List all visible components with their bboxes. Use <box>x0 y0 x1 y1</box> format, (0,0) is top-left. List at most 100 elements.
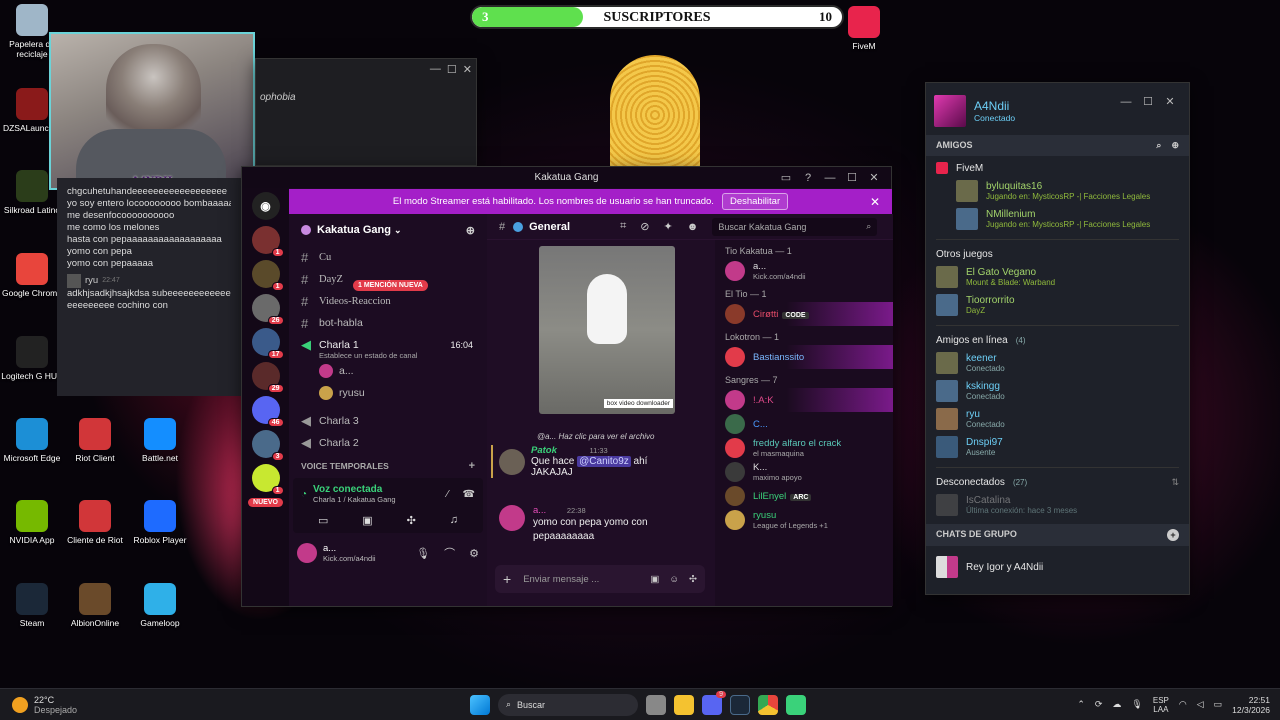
maximize-icon[interactable]: ☐ <box>1137 95 1159 108</box>
desktop-icon-gameloop[interactable]: Gameloop <box>128 583 192 628</box>
discord-taskbar-icon[interactable]: 9 <box>702 690 726 715</box>
soundboard-icon[interactable]: ♫ <box>450 514 458 527</box>
group-chat-item[interactable]: Rey Igor y A4Ndii <box>926 553 1189 581</box>
maximize-icon[interactable]: ☐ <box>841 171 863 184</box>
steam-avatar[interactable] <box>934 95 966 127</box>
maximize-icon[interactable]: ☐ <box>447 63 457 76</box>
voice-user[interactable]: a... <box>289 360 487 382</box>
text-channel[interactable]: # Cu <box>289 246 487 268</box>
notifications-icon[interactable]: ⊘ <box>640 220 649 233</box>
server-icon[interactable]: 26 <box>251 294 284 325</box>
message-author[interactable]: a... <box>533 505 546 516</box>
friend-item[interactable]: byluquitas16 Jugando en: MysticosRP -| Fa… <box>926 177 1189 205</box>
steam-taskbar-icon[interactable] <box>730 694 750 715</box>
help-icon[interactable]: ? <box>797 172 819 184</box>
member-item[interactable]: !.A:K <box>715 388 893 412</box>
apps-icon[interactable]: ✣ <box>689 574 697 585</box>
minimize-icon[interactable]: — <box>819 172 841 184</box>
chevron-down-icon[interactable]: ⌄ <box>394 225 402 236</box>
member-item[interactable]: K... maximo apoyo <box>715 460 893 484</box>
mic-icon[interactable]: 🎙 <box>416 547 430 560</box>
emoji-icon[interactable]: ☺ <box>669 574 679 585</box>
voice-user[interactable]: ryusu <box>289 382 487 404</box>
close-banner-icon[interactable]: ✕ <box>870 195 880 209</box>
chrome-taskbar-icon[interactable] <box>758 694 778 715</box>
desktop-icon-microsoft-edge[interactable]: Microsoft Edge <box>0 418 64 463</box>
desktop-icon-albion-online[interactable]: AlbionOnline <box>63 583 127 628</box>
minimize-icon[interactable]: — <box>1115 96 1137 108</box>
friend-offline[interactable]: IsCatalina Última conexión: hace 3 meses <box>926 491 1189 519</box>
member-item[interactable]: LilEnyel ARC <box>715 484 893 508</box>
inbox-icon[interactable]: ▭ <box>775 171 797 184</box>
close-icon[interactable]: ✕ <box>863 171 885 184</box>
avatar[interactable] <box>499 448 525 475</box>
server-icon[interactable]: 3 <box>251 430 284 461</box>
online-header[interactable]: Amigos en línea (4) <box>926 332 1189 349</box>
tray-app-icon[interactable]: ⟳ <box>1095 699 1103 710</box>
camera-off-icon[interactable]: ▭ <box>318 514 328 527</box>
server-icon[interactable]: 29 <box>251 362 284 393</box>
voice-connected-sub[interactable]: Charla 1 / Kakatua Gang <box>313 495 396 504</box>
member-item[interactable]: ryusu League of Legends +1 <box>715 508 893 532</box>
settings-gear-icon[interactable]: ⚙ <box>469 547 479 560</box>
start-icon[interactable] <box>470 694 490 715</box>
voice-channel-charla-3[interactable]: ◀ Charla 3 <box>289 410 487 432</box>
friend-item[interactable]: Dnspi97 Ausente <box>926 433 1189 461</box>
desktop-icon-cliente-de-riot[interactable]: Cliente de Riot <box>63 500 127 545</box>
add-member-icon[interactable]: ⊕ <box>466 224 475 237</box>
desktop-icon-nvidia-app[interactable]: NVIDIA App <box>0 500 64 545</box>
member-item[interactable]: freddy alfaro el crack el masmaquina <box>715 436 893 460</box>
background-window[interactable]: — ☐ ✕ ophobia <box>255 58 477 166</box>
steam-username[interactable]: A4Ndii <box>974 99 1015 113</box>
desktop-icon-steam[interactable]: Steam <box>0 583 64 628</box>
server-icon[interactable]: 1 <box>251 226 284 257</box>
desktop-icon-fivem[interactable]: FiveM <box>832 6 896 51</box>
desktop-icon-google-chrome[interactable]: Google Chrome <box>0 253 64 298</box>
tray-weather-icon[interactable]: ☁ <box>1112 699 1121 710</box>
chevron-up-icon[interactable]: ⌃ <box>1077 699 1085 710</box>
language-indicator[interactable]: ESP LAA <box>1153 696 1169 714</box>
friend-item[interactable]: ryu Conectado <box>926 405 1189 433</box>
voice-section-header[interactable]: VOICE TEMPORALES <box>301 461 389 471</box>
member-item[interactable]: Cirøtti CODE <box>715 302 893 326</box>
search-box[interactable]: Buscar Kakatua Gang ⌕ <box>712 217 878 236</box>
mic-tray-icon[interactable]: 🎙 <box>1131 699 1142 710</box>
mention[interactable]: @Canito9z <box>577 456 631 467</box>
headphones-icon[interactable]: ⌒ <box>444 545 455 561</box>
user-avatar[interactable] <box>297 543 317 563</box>
members-icon[interactable]: ☻ <box>687 221 699 233</box>
friend-item[interactable]: Tioorrorrito DayZ <box>926 291 1189 319</box>
avatar[interactable] <box>499 505 525 531</box>
task-view-icon[interactable] <box>646 694 666 715</box>
add-friend-icon[interactable]: ⊕ <box>1171 140 1179 151</box>
friend-item[interactable]: kskingg Conectado <box>926 377 1189 405</box>
disconnect-icon[interactable]: ☎ <box>463 489 475 500</box>
desktop-icon-roblox-player[interactable]: Roblox Player <box>128 500 192 545</box>
file-explorer-icon[interactable] <box>674 694 694 715</box>
activities-icon[interactable]: ✣ <box>407 514 416 527</box>
threads-icon[interactable]: ⌗ <box>620 220 626 233</box>
gift-icon[interactable]: ▣ <box>650 574 659 585</box>
battery-icon[interactable]: ▭ <box>1214 699 1223 710</box>
noise-suppression-icon[interactable]: ⁄ <box>447 489 449 500</box>
discord-home-icon[interactable]: ◉ <box>251 192 280 220</box>
sort-icon[interactable]: ⇅ <box>1171 477 1179 488</box>
desktop-icon-battle-net[interactable]: Battle.net <box>128 418 192 463</box>
server-name[interactable]: Kakatua Gang <box>317 224 391 236</box>
fivem-group[interactable]: FiveM <box>926 156 1189 177</box>
add-attachment-icon[interactable]: + <box>503 571 511 587</box>
member-item[interactable]: Bastianssito <box>715 345 893 369</box>
member-item[interactable]: a... Kick.com/a4ndii <box>715 259 893 283</box>
desktop-icon-logitech-g-hub[interactable]: Logitech G HUB <box>0 336 64 381</box>
server-icon[interactable]: 1 <box>251 260 284 291</box>
voice-status[interactable]: Establece un estado de canal <box>289 351 487 360</box>
friend-item[interactable]: El Gato Vegano Mount & Blade: Warband <box>926 263 1189 291</box>
minimize-icon[interactable]: — <box>430 63 441 76</box>
volume-icon[interactable]: ◁ <box>1197 699 1204 710</box>
voice-channel-charla-2[interactable]: ◀ Charla 2 <box>289 432 487 454</box>
weather-widget[interactable]: 22°C Despejado <box>12 695 77 715</box>
pin-icon[interactable]: ✦ <box>664 220 673 233</box>
text-channel[interactable]: # Videos-Reaccion <box>289 290 487 312</box>
close-icon[interactable]: ✕ <box>1159 95 1181 108</box>
offline-header[interactable]: Desconectados (27) ⇅ <box>926 474 1189 491</box>
